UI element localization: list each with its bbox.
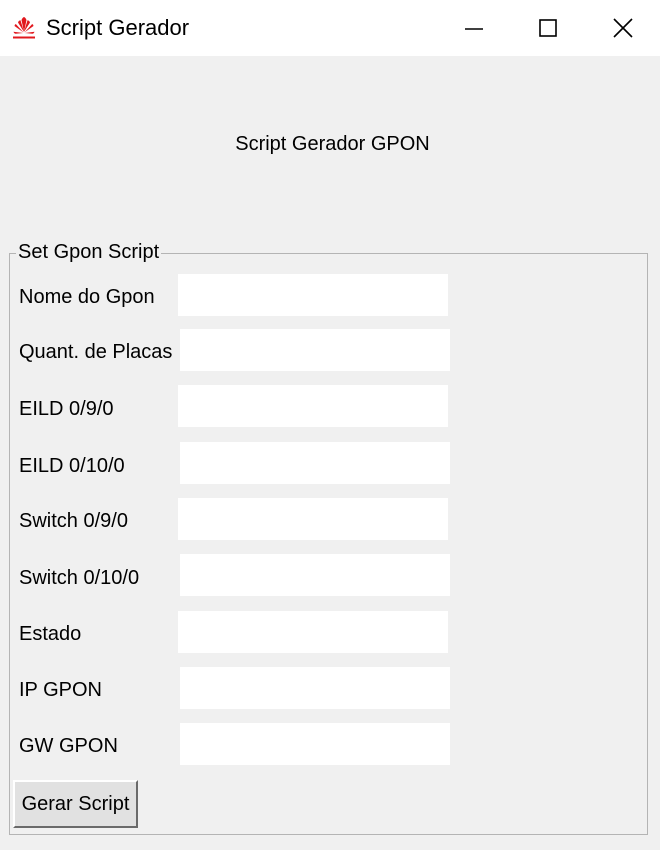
page-heading: Script Gerador GPON bbox=[235, 133, 430, 155]
title-bar[interactable]: Script Gerador bbox=[0, 0, 665, 56]
eild-0-10-0-input[interactable] bbox=[180, 442, 450, 484]
quant-de-placas-input[interactable] bbox=[180, 329, 450, 371]
field-label-eild-0-9-0: EILD 0/9/0 bbox=[19, 398, 114, 420]
gw-gpon-input[interactable] bbox=[180, 723, 450, 765]
close-icon bbox=[612, 17, 634, 39]
window-edge bbox=[660, 56, 665, 850]
huawei-logo-icon bbox=[10, 14, 38, 42]
maximize-icon bbox=[538, 18, 558, 38]
field-label-quant-de-placas: Quant. de Placas bbox=[19, 341, 173, 363]
switch-0-10-0-input[interactable] bbox=[180, 554, 450, 596]
nome-do-gpon-input[interactable] bbox=[178, 274, 448, 316]
field-label-switch-0-10-0: Switch 0/10/0 bbox=[19, 567, 140, 589]
maximize-button[interactable] bbox=[510, 0, 586, 56]
group-legend: Set Gpon Script bbox=[16, 239, 162, 265]
ip-gpon-input[interactable] bbox=[180, 667, 450, 709]
field-label-switch-0-9-0: Switch 0/9/0 bbox=[19, 510, 128, 532]
field-label-ip-gpon: IP GPON bbox=[19, 679, 102, 701]
close-button[interactable] bbox=[585, 0, 661, 56]
minimize-icon bbox=[464, 18, 484, 38]
eild-0-9-0-input[interactable] bbox=[178, 385, 448, 427]
field-label-estado: Estado bbox=[19, 623, 82, 645]
field-label-nome-do-gpon: Nome do Gpon bbox=[19, 286, 155, 308]
minimize-button[interactable] bbox=[436, 0, 512, 56]
window-title: Script Gerador bbox=[46, 15, 190, 40]
field-label-eild-0-10-0: EILD 0/10/0 bbox=[19, 455, 125, 477]
field-label-gw-gpon: GW GPON bbox=[19, 735, 118, 757]
switch-0-9-0-input[interactable] bbox=[178, 498, 448, 540]
estado-input[interactable] bbox=[178, 611, 448, 653]
gerar-script-button[interactable]: Gerar Script bbox=[13, 780, 138, 828]
